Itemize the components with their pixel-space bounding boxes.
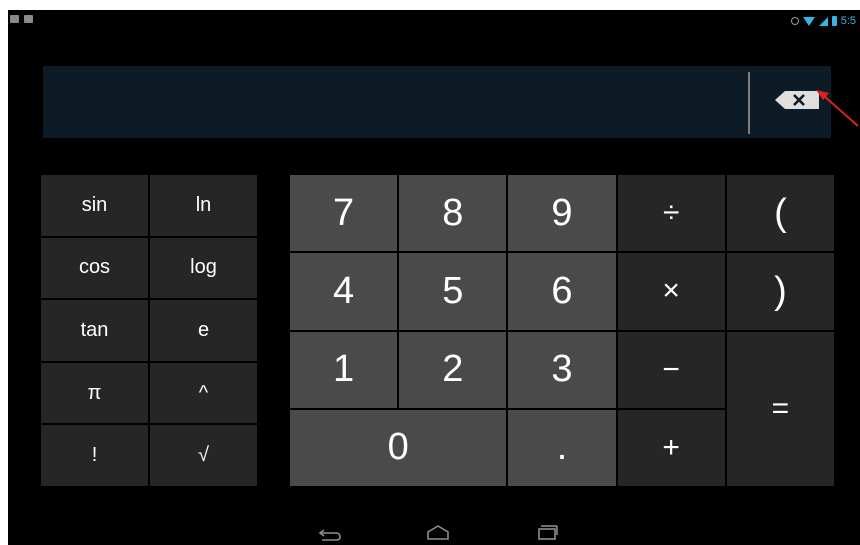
wifi-icon — [802, 16, 815, 26]
signal-icon — [818, 16, 828, 26]
key-plus[interactable]: + — [617, 409, 725, 486]
key-power[interactable]: ^ — [150, 362, 257, 424]
key-multiply[interactable]: × — [617, 253, 725, 330]
key-ln[interactable]: ln — [150, 175, 257, 236]
key-0[interactable]: 0 — [290, 409, 507, 486]
annotation-arrow — [816, 90, 859, 127]
status-icons: 5:5 — [790, 13, 856, 29]
key-minus[interactable]: − — [617, 331, 725, 408]
key-right-paren[interactable]: ) — [726, 253, 834, 330]
key-3[interactable]: 3 — [508, 331, 616, 408]
battery-icon — [831, 16, 837, 26]
key-left-paren[interactable]: ( — [726, 175, 834, 252]
mail-icon — [24, 15, 33, 23]
text-cursor — [748, 72, 750, 134]
key-equals[interactable]: = — [726, 331, 834, 486]
key-e[interactable]: e — [150, 300, 257, 361]
key-6[interactable]: 6 — [508, 253, 616, 330]
recent-apps-icon[interactable] — [532, 522, 562, 542]
key-tan[interactable]: tan — [41, 300, 148, 361]
key-dot[interactable]: . — [508, 409, 616, 486]
key-8[interactable]: 8 — [399, 175, 507, 252]
backspace-icon — [775, 91, 819, 109]
navigation-bar — [8, 520, 860, 545]
key-divide[interactable]: ÷ — [617, 175, 725, 252]
key-5[interactable]: 5 — [399, 253, 507, 330]
key-factorial[interactable]: ! — [41, 425, 148, 486]
key-sin[interactable]: sin — [41, 175, 148, 236]
picture-icon — [10, 15, 19, 23]
key-log[interactable]: log — [150, 237, 257, 299]
key-9[interactable]: 9 — [508, 175, 616, 252]
main-keypad: 7 8 9 ÷ ( 4 5 6 × ) 1 2 3 − = 0 . + — [290, 175, 834, 486]
key-4[interactable]: 4 — [290, 253, 398, 330]
sync-icon — [790, 17, 799, 25]
status-bar: 5:5 — [8, 10, 860, 32]
expression-display[interactable] — [43, 66, 831, 138]
clock: 5:5 — [840, 15, 856, 27]
key-1[interactable]: 1 — [290, 331, 398, 408]
key-cos[interactable]: cos — [41, 237, 148, 299]
key-2[interactable]: 2 — [399, 331, 507, 408]
home-icon[interactable] — [423, 522, 453, 542]
advanced-keypad: sin ln cos log tan e π ^ ! √ — [41, 175, 257, 486]
back-icon[interactable] — [314, 522, 344, 542]
key-7[interactable]: 7 — [290, 175, 398, 252]
calculator-screen: 5:5 sin ln cos log tan e π ^ ! √ 7 8 9 ÷… — [8, 10, 860, 545]
key-pi[interactable]: π — [41, 362, 148, 424]
key-sqrt[interactable]: √ — [150, 425, 257, 486]
